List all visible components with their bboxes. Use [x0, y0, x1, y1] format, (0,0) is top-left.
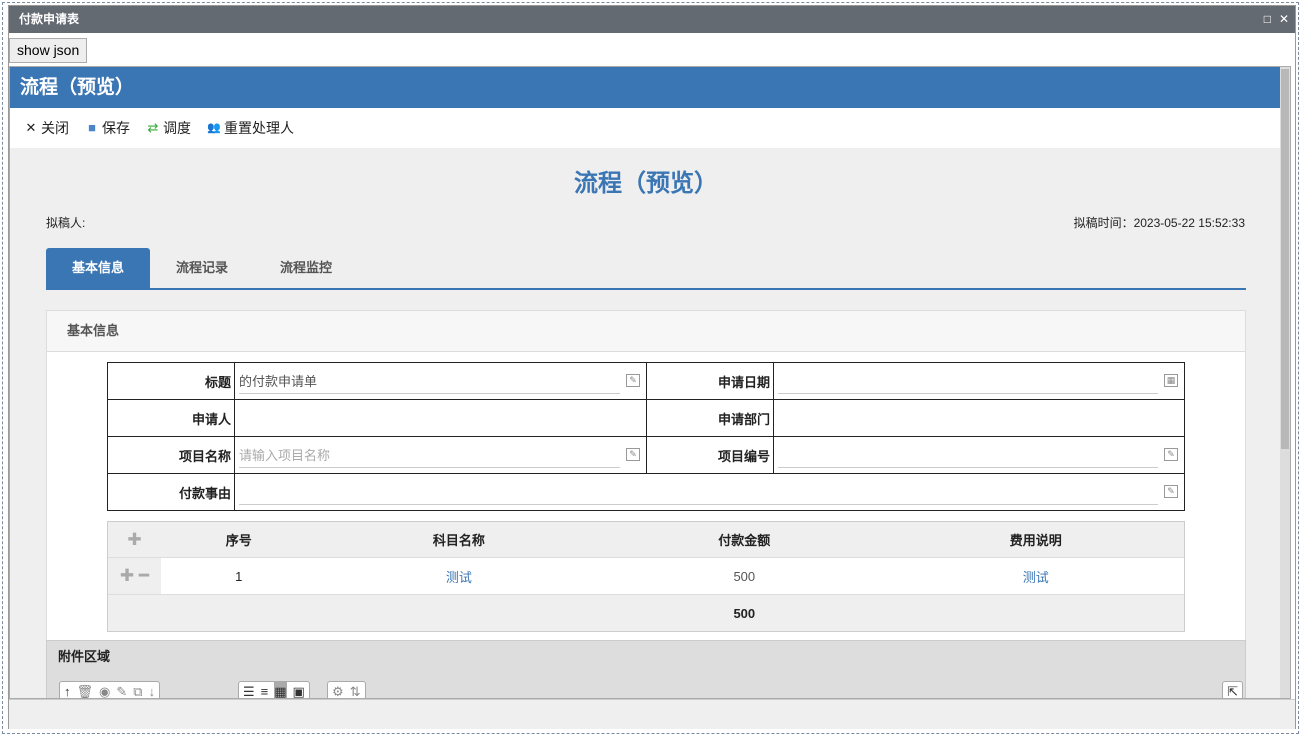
save-label: 保存 — [102, 120, 130, 136]
upload-icon[interactable]: ↑ — [64, 682, 71, 698]
row-actions[interactable]: ✚ ━ — [108, 558, 161, 594]
detail-grid: ✚ 序号 科目名称 付款金额 费用说明 ✚ ━ 1 测试 500 测试 500 — [107, 521, 1185, 632]
cell-desc[interactable]: 测试 — [888, 567, 1184, 586]
list-icon[interactable]: ☰ — [243, 682, 255, 698]
title-bar: 付款申请表 □ ✕ — [9, 6, 1295, 33]
title-input[interactable]: 的付款申请单 — [239, 369, 620, 394]
reason-label: 付款事由 — [107, 473, 235, 511]
dispatch-button[interactable]: ⇄ 调度 — [146, 118, 191, 138]
add-row-icon[interactable]: ✚ — [108, 530, 161, 550]
status-bar — [9, 699, 1295, 729]
image-view-icon[interactable]: ▣ — [293, 682, 305, 698]
tab-basic-info[interactable]: 基本信息 — [46, 248, 150, 288]
draft-time: 拟稿时间：2023-05-22 15:52:33 — [1073, 216, 1245, 230]
toolbar: ✕ 关闭 ■ 保存 ⇄ 调度 👥 重置处理人 — [10, 108, 1290, 148]
scrollbar[interactable] — [1280, 67, 1290, 698]
scrollbar-thumb[interactable] — [1281, 69, 1289, 449]
preview-icon[interactable]: ◉ — [99, 682, 110, 698]
attachment-file-tools: ↑ 🗑 ◉ ✎ ⧉ ↓ — [59, 681, 161, 698]
reset-handler-button[interactable]: 👥 重置处理人 — [207, 118, 294, 138]
reason-input[interactable] — [239, 480, 1158, 505]
attachment-title: 附件区域 — [58, 649, 111, 664]
gear-icon[interactable]: ⚙ — [332, 682, 344, 698]
header-title: 流程（预览） — [10, 67, 1290, 108]
edit-icon[interactable]: ✎ — [116, 682, 127, 698]
delete-icon[interactable]: 🗑 — [77, 682, 94, 698]
dept-value — [773, 399, 1185, 437]
sort-icon[interactable]: ⇅ — [350, 682, 361, 698]
tab-flow-monitor[interactable]: 流程监控 — [254, 248, 358, 288]
tab-flow-records[interactable]: 流程记录 — [150, 248, 254, 288]
close-icon: ✕ — [25, 120, 37, 135]
attachment-area: 附件区域 ↑ 🗑 ◉ ✎ ⧉ ↓ ☰ ≡ ▦ ▣ ⚙ ⇅ ⇱ — [46, 640, 1246, 699]
grid-footer: 500 — [108, 594, 1184, 631]
page-title: 流程（预览） — [574, 170, 718, 197]
users-icon: 👥 — [207, 122, 221, 134]
download-icon[interactable]: ↓ — [149, 682, 156, 698]
amount-total: 500 — [733, 605, 756, 621]
panel-title: 基本信息 — [47, 311, 1245, 352]
window-title: 付款申请表 — [19, 12, 80, 26]
calendar-icon[interactable]: ▦ — [1164, 374, 1178, 387]
dispatch-label: 调度 — [163, 120, 191, 136]
table-row: ✚ ━ 1 测试 500 测试 — [108, 558, 1184, 594]
content-frame: 流程（预览） ✕ 关闭 ■ 保存 ⇄ 调度 👥 重置处理人 流程（预览） 拟稿人: 拟稿… — [9, 66, 1291, 699]
col-header: 费用说明 — [1009, 533, 1062, 548]
save-button[interactable]: ■ 保存 — [85, 118, 130, 138]
tab-bar: 基本信息 流程记录 流程监控 — [46, 248, 1246, 290]
drafter-label: 拟稿人: — [46, 216, 86, 230]
dialog-window: 付款申请表 □ ✕ show json 流程（预览） ✕ 关闭 ■ 保存 ⇄ 调度 👥… — [8, 5, 1296, 729]
collapse-icon: ⇱ — [1227, 684, 1238, 699]
applicant-label: 申请人 — [107, 399, 235, 437]
collapse-button[interactable]: ⇱ — [1222, 681, 1243, 699]
copy-icon[interactable]: ⧉ — [133, 682, 142, 698]
cell-amount[interactable]: 500 — [601, 569, 887, 584]
close-label: 关闭 — [41, 120, 69, 136]
edit-icon[interactable]: ✎ — [626, 374, 640, 387]
grid-header: ✚ 序号 科目名称 付款金额 费用说明 — [108, 522, 1184, 558]
form-table: 标题 的付款申请单 ✎ 申请日期 ▦ 申请人 申请部门 项目名称 请输入项目名称 ✎… — [107, 362, 1185, 511]
numbered-list-icon[interactable]: ≡ — [261, 682, 269, 698]
date-input[interactable] — [778, 369, 1158, 394]
maximize-icon[interactable]: □ — [1264, 6, 1271, 33]
edit-icon[interactable]: ✎ — [1164, 448, 1178, 461]
col-header: 序号 — [225, 533, 252, 548]
cell-no: 1 — [235, 568, 243, 584]
col-header: 付款金额 — [718, 533, 771, 548]
close-icon[interactable]: ✕ — [1279, 6, 1289, 33]
grid-view-icon[interactable]: ▦ — [274, 682, 287, 698]
project-name-input[interactable]: 请输入项目名称 — [239, 443, 620, 468]
save-icon: ■ — [88, 120, 96, 135]
project-name-label: 项目名称 — [107, 436, 235, 474]
edit-icon[interactable]: ✎ — [626, 448, 640, 461]
col-header: 科目名称 — [432, 533, 485, 548]
close-button[interactable]: ✕ 关闭 — [24, 118, 69, 138]
edit-icon[interactable]: ✎ — [1164, 485, 1178, 498]
attachment-settings-tools: ⚙ ⇅ — [327, 681, 366, 698]
title-label: 标题 — [107, 362, 235, 400]
applicant-value — [234, 399, 647, 437]
project-no-input[interactable] — [778, 443, 1158, 468]
reset-handler-label: 重置处理人 — [224, 120, 294, 136]
attachment-view-tools: ☰ ≡ ▦ ▣ — [238, 681, 310, 698]
dept-label: 申请部门 — [646, 399, 774, 437]
dispatch-icon: ⇄ — [147, 120, 159, 135]
cell-subject[interactable]: 测试 — [317, 567, 601, 586]
show-json-button[interactable]: show json — [9, 38, 88, 63]
project-no-label: 项目编号 — [646, 436, 774, 474]
date-label: 申请日期 — [646, 362, 774, 400]
